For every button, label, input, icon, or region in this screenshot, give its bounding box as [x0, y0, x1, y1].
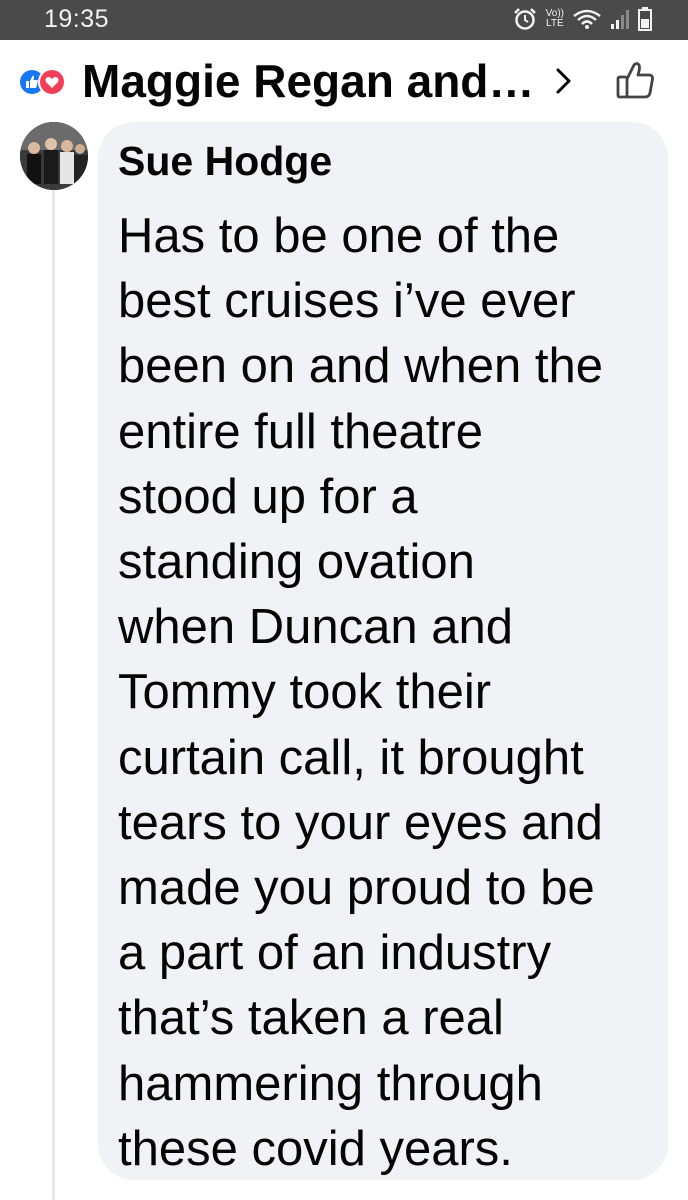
status-icons: Vo)) LTE	[512, 7, 652, 31]
wifi-icon	[573, 9, 601, 29]
comment-author[interactable]: Sue Hodge	[118, 138, 332, 185]
alarm-icon	[513, 8, 536, 30]
post-header[interactable]: Maggie Regan and…	[0, 40, 688, 120]
battery-icon	[638, 7, 652, 31]
signal-icon	[611, 10, 629, 29]
avatar[interactable]	[20, 122, 88, 190]
comment-text: Has to be one of the best cruises i’ve e…	[118, 209, 603, 1176]
chevron-right-icon[interactable]	[553, 66, 575, 96]
post-title[interactable]: Maggie Regan and…	[82, 54, 534, 108]
status-time: 19:35	[44, 5, 110, 33]
thumbs-up-outline-icon[interactable]	[615, 60, 657, 100]
love-reaction-icon	[38, 68, 66, 96]
reaction-summary[interactable]	[18, 67, 76, 96]
comment-bubble[interactable]: Sue Hodge Has to be one of the best crui…	[98, 122, 668, 1180]
thread-line	[52, 190, 55, 1200]
volte-lte-icon: Vo)) LTE	[546, 9, 564, 29]
status-bar: 19:35 Vo)) LTE	[0, 0, 688, 40]
network-bottom-label: LTE	[546, 18, 564, 29]
